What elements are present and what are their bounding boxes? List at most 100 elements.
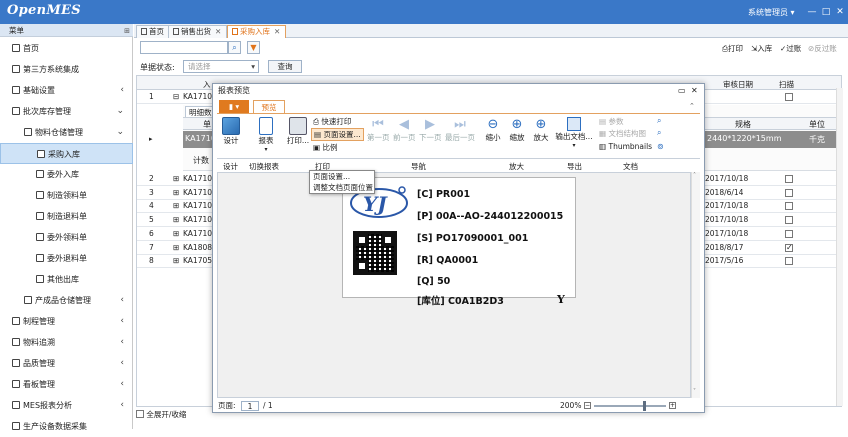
sidebar-item[interactable]: 委外退料单 [0,248,133,269]
sidebar-item[interactable]: 品质管理 ‹ [0,353,133,374]
tab-preview[interactable]: 预览 [253,100,285,113]
chevron-down-icon[interactable]: ˅ [693,388,696,395]
sidebar-item[interactable]: 首页 [0,38,133,59]
chevron-left-icon[interactable]: ‹ [120,395,124,416]
unpost-button[interactable]: ⊘反过账 [808,43,837,54]
zoom-plus-button[interactable]: + [669,402,676,409]
quick-print-button[interactable]: ⎙ 快速打印 [313,116,351,127]
menu-item-adjust-page[interactable]: 调整文档页面位置 [310,182,374,193]
scan-checkbox[interactable] [785,229,793,238]
doc-struct-button[interactable]: ▦ 文档结构图 [599,128,646,139]
find-next-icon[interactable]: ⌕ [657,128,661,138]
print-button[interactable]: ⎙打印 [722,43,743,54]
sidebar-item[interactable]: 基础设置 ‹ [0,80,133,101]
expand-icon[interactable]: ⊞ [173,187,179,199]
sidebar-item[interactable]: 生产设备数据采集 [0,416,133,437]
status-select[interactable]: 请选择 ▾ [183,60,259,73]
ribbon-collapse-icon[interactable]: ⌃ [689,102,695,110]
close-icon[interactable]: ✕ [274,27,280,36]
sidebar-item[interactable]: 制造退料单 [0,206,133,227]
preview-scrollbar[interactable]: ˄ ˅ [691,172,700,398]
filter-icon[interactable]: ▼ [247,41,260,54]
scan-checkbox[interactable] [785,202,793,211]
grid-scrollbar[interactable] [836,88,843,406]
zoom-minus-button[interactable]: − [584,402,591,409]
zoom-slider-thumb[interactable] [643,401,647,411]
close-icon[interactable]: ✕ [691,84,698,98]
page-number-input[interactable]: 1 [241,401,259,411]
sidebar-item[interactable]: 委外领料单 [0,227,133,248]
menu-item-page-setup[interactable]: 页面设置... [310,171,374,182]
close-icon[interactable]: ✕ [834,6,846,18]
print-dialog-button[interactable]: 打印... [285,117,311,146]
zoom-button[interactable]: ⊕ 缩放 [507,117,527,143]
param-button[interactable]: ▤ 参数 [599,116,623,127]
sidebar-item[interactable]: 产成品仓储管理 ‹ [0,290,133,311]
scan-checkbox[interactable] [785,188,793,197]
scan-checkbox[interactable] [785,93,793,101]
post-button[interactable]: ✓过账 [780,43,801,54]
chevron-up-icon[interactable]: ˄ [693,172,696,179]
search-icon[interactable]: ⌕ [657,116,661,126]
scan-checkbox[interactable] [785,175,793,183]
sidebar-item[interactable]: 制程管理 ‹ [0,311,133,332]
export-button[interactable]: 输出文档... ▾ [555,117,593,149]
thumbnails-button[interactable]: ▥ Thumbnails [599,142,652,151]
expand-all-checkbox[interactable] [136,410,144,418]
collapse-icon[interactable]: ⊟ [173,91,179,103]
sidebar-item[interactable]: 物料追溯 ‹ [0,332,133,353]
search-icon[interactable]: ⌕ [228,41,241,54]
tab-purchase-in[interactable]: 采购入库 ✕ [227,25,287,38]
scan-checkbox[interactable]: ✓ [785,243,793,252]
expand-icon[interactable]: ⊞ [173,255,179,267]
expand-icon[interactable]: ⊞ [173,214,179,226]
tab-home[interactable]: 首页 [136,25,170,38]
scan-checkbox[interactable] [785,257,793,266]
maximize-icon[interactable]: □ [820,6,832,18]
chevron-left-icon[interactable]: ‹ [120,374,124,395]
sidebar-item[interactable]: MES报表分析 ‹ [0,395,133,416]
tab-sales-out[interactable]: 销售出货 ✕ [168,25,228,38]
sidebar-item[interactable]: 看板管理 ‹ [0,374,133,395]
expand-icon[interactable]: ⊞ [173,200,179,212]
report-button[interactable]: 报表 ▾ [255,117,277,153]
chevron-left-icon[interactable]: ‹ [120,290,124,311]
stock-in-button[interactable]: ⇲入库 [751,43,772,54]
close-icon[interactable]: ✕ [215,27,221,36]
expand-icon[interactable]: ⊞ [173,228,179,240]
minimize-icon[interactable]: ▭ [678,84,686,98]
app-menu-button[interactable]: ▮ ▾ [219,100,249,113]
last-page-button[interactable]: ⏭ 最后一页 [445,117,475,143]
sidebar-item[interactable]: 采购入库 [0,143,133,164]
expand-icon[interactable]: ⊞ [173,242,179,254]
next-page-button[interactable]: ▶ 下一页 [419,117,442,143]
search-input[interactable] [140,41,228,54]
user-menu[interactable]: 系统管理员 ▾ [748,7,795,18]
query-button[interactable]: 查询 [268,60,302,73]
pin-icon[interactable]: ⊞ [124,25,130,38]
sidebar-item[interactable]: 制造领料单 [0,185,133,206]
chevron-left-icon[interactable]: ‹ [120,80,124,101]
expand-icon[interactable]: ⊞ [173,173,179,185]
minimize-icon[interactable]: — [806,6,818,18]
zoom-slider[interactable] [594,401,666,411]
sidebar-item[interactable]: 批次库存管理 ⌄ [0,101,133,122]
sidebar-item[interactable]: 其他出库 [0,269,133,290]
design-button[interactable]: 设计 [220,117,242,146]
first-page-button[interactable]: ⏮ 第一页 [367,117,390,143]
sidebar-item[interactable]: 第三方系统集成 [0,59,133,80]
zoom-in-button[interactable]: ⊕ 放大 [531,117,551,143]
chevron-left-icon[interactable]: ‹ [120,311,124,332]
chevron-left-icon[interactable]: ‹ [120,332,124,353]
highlight-icon[interactable]: ⊚ [657,142,664,151]
chevron-down-icon[interactable]: ⌄ [116,101,124,122]
chevron-down-icon[interactable]: ⌄ [116,122,124,143]
scale-button[interactable]: ▣ 比例 [313,142,337,153]
sidebar-item[interactable]: 委外入库 [0,164,133,185]
scan-checkbox[interactable] [785,216,793,225]
expand-all-toggle[interactable]: 全展开/收缩 [136,409,186,420]
chevron-left-icon[interactable]: ‹ [120,353,124,374]
zoom-out-button[interactable]: ⊖ 缩小 [483,117,503,143]
page-setup-button[interactable]: ▤ 页面设置... [311,128,364,141]
sidebar-item[interactable]: 物料仓储管理 ⌄ [0,122,133,143]
